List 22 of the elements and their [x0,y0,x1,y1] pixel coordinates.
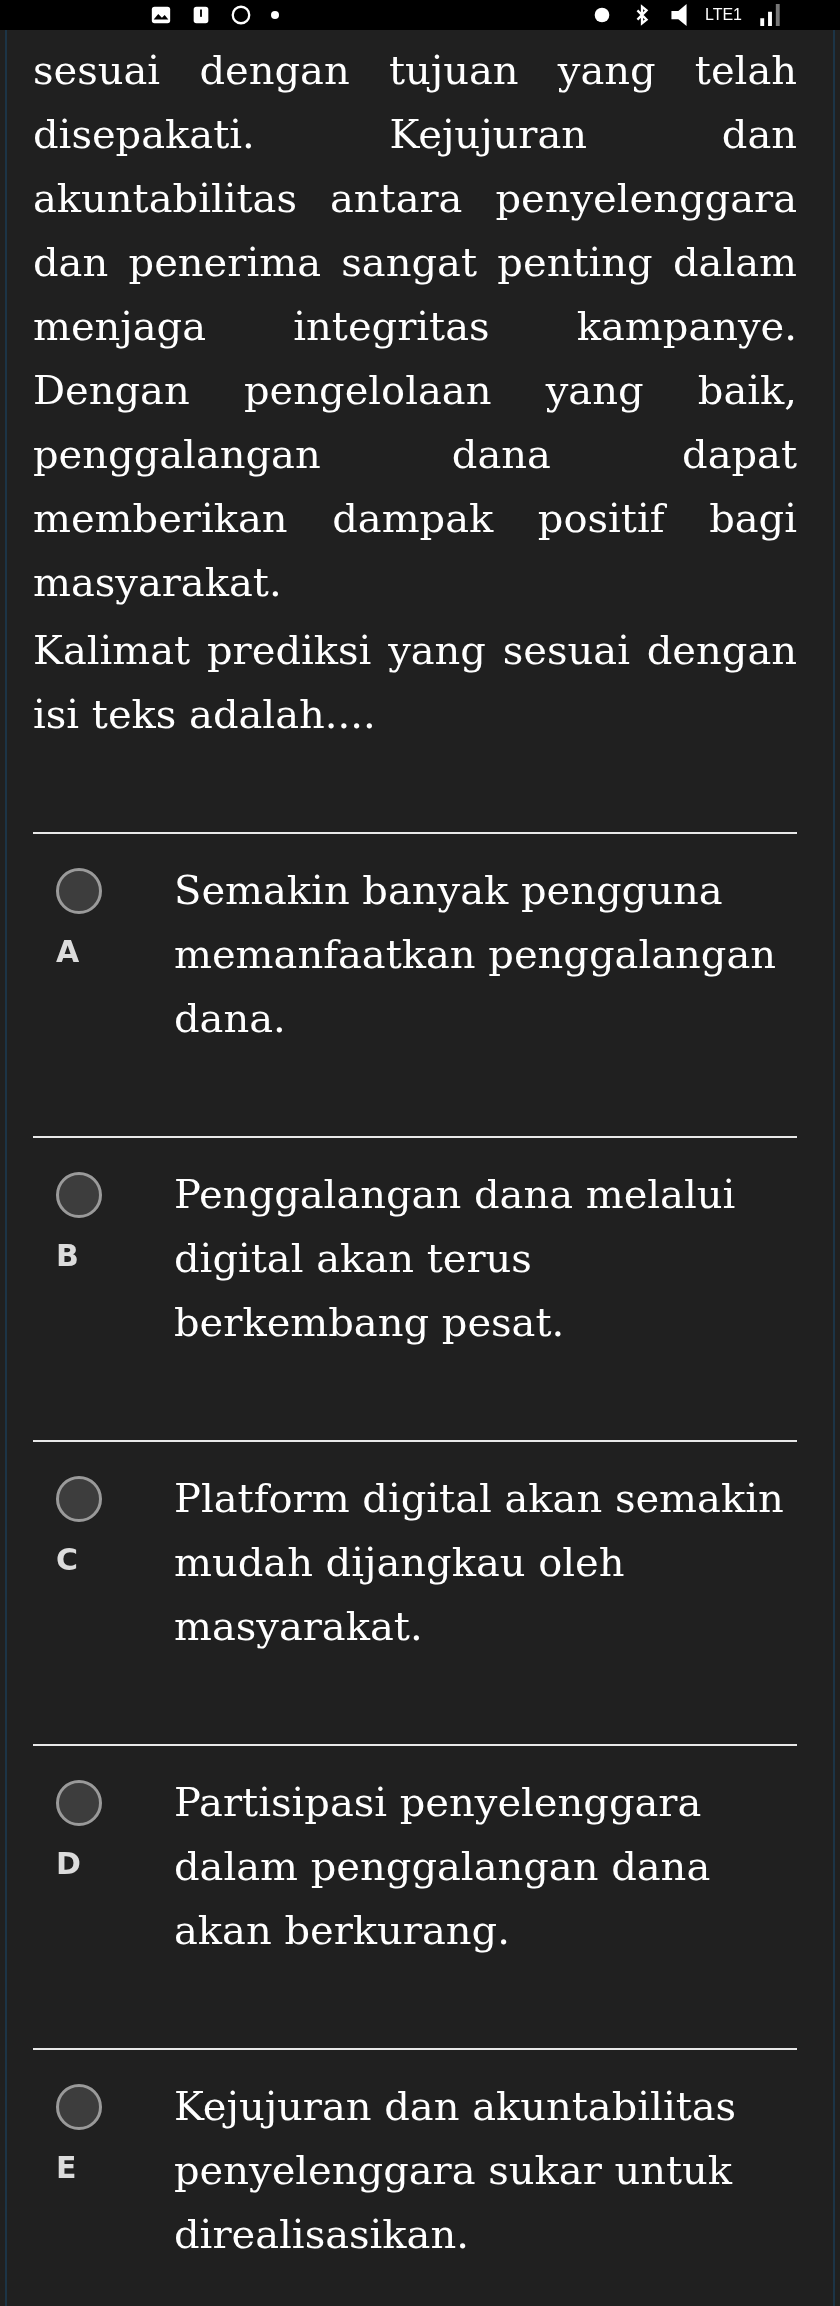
option-text[interactable]: Platform digital akan semakin mudah dijangkau oleh masyarakat. [174,1466,797,1658]
image-icon [150,4,172,26]
option-letter: E [56,2150,77,2185]
dot-icon [270,10,280,20]
radio-button[interactable] [56,1476,102,1522]
radio-button[interactable] [56,1172,102,1218]
radio-button[interactable] [56,2084,102,2130]
passage-paragraph: Kalimat prediksi yang sesuai dengan isi teks adalah.... [33,626,797,739]
option-letter: A [56,934,80,969]
mute-icon [670,4,687,26]
option-text[interactable]: Kejujuran dan akuntabilitas penyelenggara sukar untuk direalisasikan. [174,2074,797,2266]
option-text[interactable]: Partisipasi penyelenggara dalam penggalangan dana akan berkurang. [174,1770,797,1962]
network-label: LTE1 [704,7,742,23]
radio-button[interactable] [56,868,102,914]
signal-icon [760,4,780,26]
option-letter: D [56,1846,81,1881]
option-letter: B [56,1238,79,1273]
passage-paragraph: sesuai dengan tujuan yang telah disepakati. Kejujuran dan akuntabilitas antara penyelenggara dan penerima sangat penting dalam menjaga integritas kampanye. Dengan pengelolaan yang baik, penggalangan dana dapat memberikan dampak positif bagi masyarakat. [33,46,797,607]
option-letter: C [56,1542,79,1577]
radio-button[interactable] [56,1780,102,1826]
option-text[interactable]: Semakin banyak pengguna memanfaatkan penggalangan dana. [174,858,797,1050]
option-text[interactable]: Penggalangan dana melalui digital akan terus berkembang pesat. [174,1162,797,1354]
